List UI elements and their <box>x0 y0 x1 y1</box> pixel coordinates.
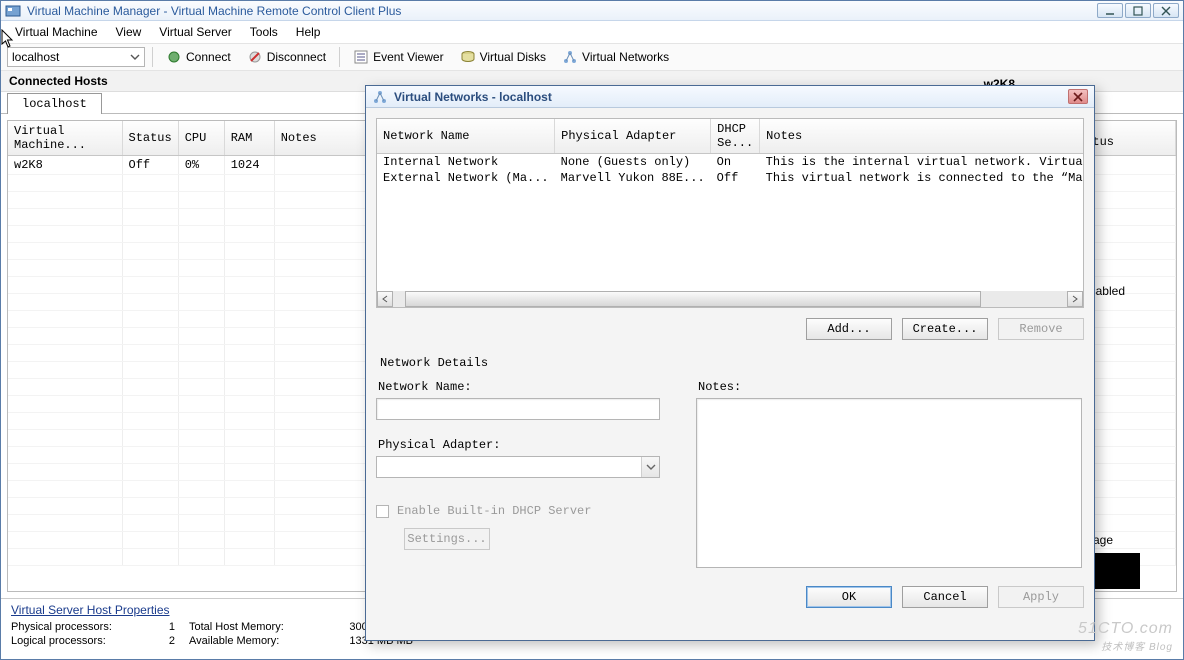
create-button[interactable]: Create... <box>902 318 988 340</box>
titlebar: Virtual Machine Manager - Virtual Machin… <box>1 1 1183 21</box>
add-button[interactable]: Add... <box>806 318 892 340</box>
disconnect-button[interactable]: Disconnect <box>241 47 332 67</box>
menubar: Virtual Machine View Virtual Server Tool… <box>1 21 1183 43</box>
notes-label: Notes: <box>698 380 1082 394</box>
chevron-down-icon <box>130 52 140 62</box>
network-buttons-row: Add... Create... Remove <box>376 318 1084 340</box>
virtual-networks-button[interactable]: Virtual Networks <box>556 47 675 67</box>
main-window: Virtual Machine Manager - Virtual Machin… <box>0 0 1184 660</box>
event-viewer-button[interactable]: Event Viewer <box>347 47 449 67</box>
scroll-thumb[interactable] <box>405 291 981 307</box>
col-physical-adapter[interactable]: Physical Adapter <box>555 119 711 154</box>
host-combo[interactable]: localhost <box>7 47 145 67</box>
network-table-header-row: Network Name Physical Adapter DHCP Se...… <box>377 119 1084 154</box>
tab-localhost[interactable]: localhost <box>7 93 102 114</box>
physical-processors-label: Physical processors: <box>11 621 151 633</box>
col-ram[interactable]: RAM <box>224 121 274 156</box>
connect-icon <box>166 49 182 65</box>
col-cpu[interactable]: CPU <box>178 121 224 156</box>
scroll-right-button[interactable] <box>1067 291 1083 307</box>
network-list: Network Name Physical Adapter DHCP Se...… <box>376 118 1084 308</box>
scroll-track[interactable] <box>393 291 1067 307</box>
col-virtual-machine[interactable]: Virtual Machine... <box>8 121 122 156</box>
apply-button[interactable]: Apply <box>998 586 1084 608</box>
dhcp-checkbox[interactable] <box>376 505 389 518</box>
horizontal-scrollbar[interactable] <box>377 291 1083 307</box>
logical-processors-label: Logical processors: <box>11 635 151 647</box>
dialog-body: Network Name Physical Adapter DHCP Se...… <box>366 108 1094 640</box>
dialog-title: Virtual Networks - localhost <box>394 90 552 104</box>
col-status[interactable]: Status <box>122 121 178 156</box>
window-buttons <box>1097 3 1179 18</box>
host-properties-link[interactable]: Virtual Server Host Properties <box>11 603 170 617</box>
network-table: Network Name Physical Adapter DHCP Se...… <box>377 119 1084 186</box>
available-memory-label: Available Memory: <box>189 635 329 647</box>
total-memory-label: Total Host Memory: <box>189 621 329 633</box>
scroll-left-button[interactable] <box>377 291 393 307</box>
network-name-input[interactable] <box>376 398 660 420</box>
network-icon <box>562 49 578 65</box>
menu-view[interactable]: View <box>108 23 150 41</box>
physical-adapter-label: Physical Adapter: <box>378 438 676 452</box>
cancel-button[interactable]: Cancel <box>902 586 988 608</box>
col-dhcp[interactable]: DHCP Se... <box>711 119 760 154</box>
toolbar: localhost Connect Disconnect Event Viewe… <box>1 43 1183 71</box>
toolbar-separator <box>339 47 340 67</box>
dhcp-settings-button[interactable]: Settings... <box>404 528 490 550</box>
dialog-titlebar: Virtual Networks - localhost <box>366 86 1094 108</box>
remove-button[interactable]: Remove <box>998 318 1084 340</box>
window-title: Virtual Machine Manager - Virtual Machin… <box>27 4 401 18</box>
ok-button[interactable]: OK <box>806 586 892 608</box>
close-button[interactable] <box>1153 3 1179 18</box>
col-notes[interactable]: Notes <box>760 119 1084 154</box>
network-name-label: Network Name: <box>378 380 676 394</box>
network-details-label: Network Details <box>380 356 1084 370</box>
cursor-icon <box>1 29 15 49</box>
toolbar-separator <box>152 47 153 67</box>
right-pane-thumbnail <box>1095 553 1140 589</box>
table-row[interactable]: Internal Network None (Guests only) On T… <box>377 154 1084 171</box>
notes-textarea[interactable] <box>696 398 1082 568</box>
host-combo-value: localhost <box>12 50 59 64</box>
menu-help[interactable]: Help <box>288 23 329 41</box>
physical-processors-value: 1 <box>155 621 185 633</box>
menu-virtual-server[interactable]: Virtual Server <box>151 23 239 41</box>
dialog-footer-buttons: OK Cancel Apply <box>376 586 1084 608</box>
col-network-name[interactable]: Network Name <box>377 119 555 154</box>
dialog-close-button[interactable] <box>1068 89 1088 104</box>
menu-tools[interactable]: Tools <box>242 23 286 41</box>
virtual-disks-button[interactable]: Virtual Disks <box>454 47 552 67</box>
table-row[interactable]: External Network (Ma... Marvell Yukon 88… <box>377 170 1084 186</box>
disk-icon <box>460 49 476 65</box>
connect-button[interactable]: Connect <box>160 47 237 67</box>
physical-adapter-combo[interactable] <box>376 456 660 478</box>
chevron-down-icon <box>641 457 659 477</box>
menu-virtual-machine[interactable]: Virtual Machine <box>7 23 106 41</box>
minimize-button[interactable] <box>1097 3 1123 18</box>
network-icon <box>372 89 388 105</box>
virtual-networks-dialog: Virtual Networks - localhost Network Nam… <box>365 85 1095 641</box>
event-viewer-icon <box>353 49 369 65</box>
dhcp-checkbox-row: Enable Built-in DHCP Server <box>376 504 676 518</box>
logical-processors-value: 2 <box>155 635 185 647</box>
network-details: Network Name: Physical Adapter: Enable B… <box>376 378 1084 568</box>
dhcp-checkbox-label: Enable Built-in DHCP Server <box>397 504 591 518</box>
app-icon <box>5 3 21 19</box>
disconnect-icon <box>247 49 263 65</box>
maximize-button[interactable] <box>1125 3 1151 18</box>
